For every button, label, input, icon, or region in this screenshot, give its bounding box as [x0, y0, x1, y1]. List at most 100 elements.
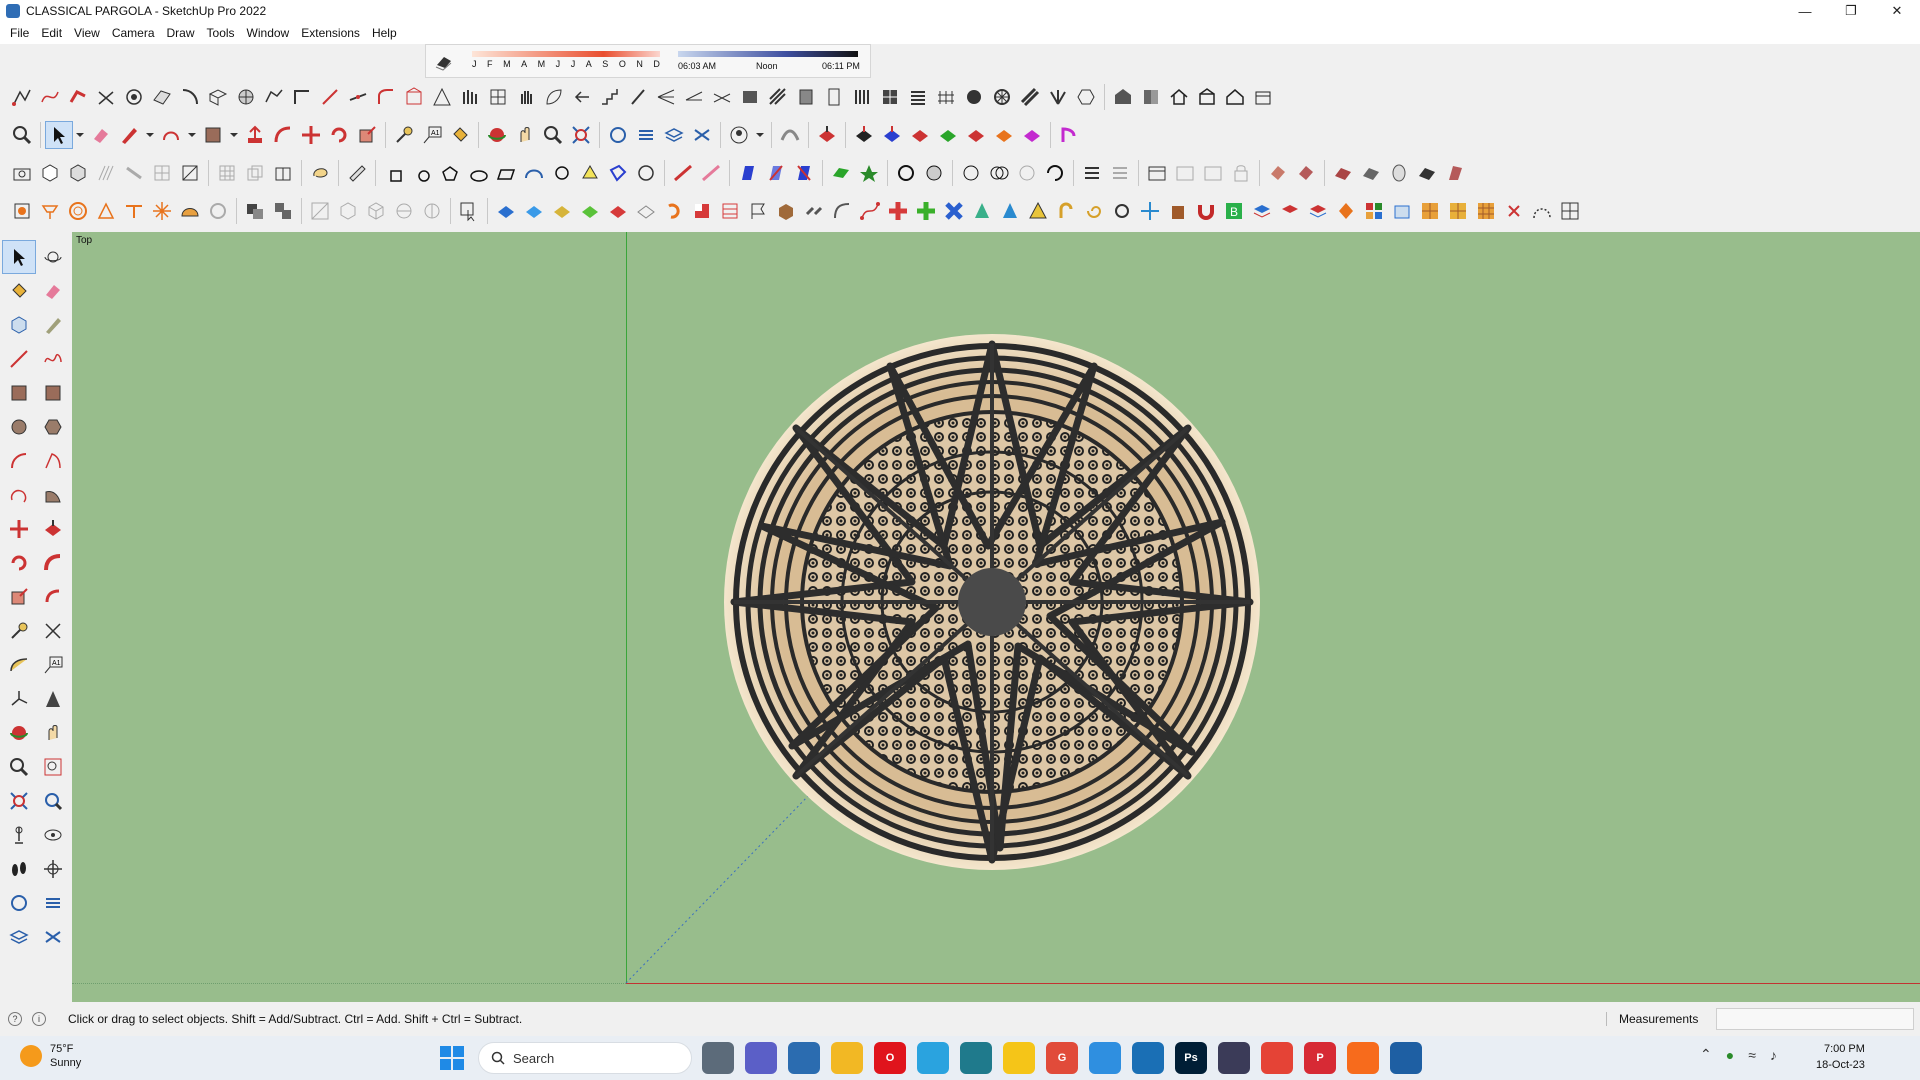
taskbar-search[interactable]: Search [478, 1042, 692, 1074]
section-plane-icon[interactable] [176, 159, 204, 187]
zoom-left-icon[interactable] [2, 750, 36, 784]
info-icon[interactable]: i [32, 1012, 46, 1026]
chevron-down-icon[interactable] [73, 121, 87, 149]
roof-tile-icon[interactable] [736, 83, 764, 111]
menu-file[interactable]: File [4, 26, 35, 40]
louver-icon[interactable] [904, 83, 932, 111]
green-plate-icon[interactable] [576, 197, 604, 225]
cube-gray-2-icon[interactable] [362, 197, 390, 225]
zoom-extents-icon[interactable] [567, 121, 595, 149]
cone-2-icon[interactable] [996, 197, 1024, 225]
flip-edge-icon[interactable] [1441, 159, 1469, 187]
layers-left-icon[interactable] [2, 920, 36, 954]
position-camera-left-icon[interactable] [2, 818, 36, 852]
weather-widget[interactable]: 75°F Sunny [20, 1042, 81, 1070]
gray-plate-icon[interactable] [632, 197, 660, 225]
house-outline-icon[interactable] [1221, 83, 1249, 111]
zoom-tool-icon[interactable] [539, 121, 567, 149]
calculator-taskbar-icon[interactable] [788, 1042, 820, 1074]
circle-loop-icon[interactable] [632, 159, 660, 187]
green-star-icon[interactable] [855, 159, 883, 187]
dimension-red-icon[interactable] [669, 159, 697, 187]
network-app-icon[interactable]: ● [1726, 1047, 1734, 1063]
sketchup-taskbar-icon[interactable] [1390, 1042, 1422, 1074]
share-model-icon[interactable] [632, 121, 660, 149]
terrain-2-icon[interactable] [1357, 159, 1385, 187]
curve-icon[interactable] [776, 121, 804, 149]
make-component-icon[interactable] [2, 308, 36, 342]
sphere-split-icon[interactable] [920, 159, 948, 187]
pipe-icon[interactable] [64, 83, 92, 111]
task-view-taskbar-icon[interactable] [702, 1042, 734, 1074]
protractor-icon[interactable] [92, 197, 120, 225]
rectangle-left-icon[interactable] [2, 376, 36, 410]
menu-view[interactable]: View [68, 26, 106, 40]
red-plate-icon[interactable] [604, 197, 632, 225]
swirl-icon[interactable] [1080, 197, 1108, 225]
soundcloud-taskbar-icon[interactable] [1347, 1042, 1379, 1074]
arrow-left-icon[interactable] [568, 83, 596, 111]
chrome-taskbar-icon[interactable] [1261, 1042, 1293, 1074]
green-plane-icon[interactable] [827, 159, 855, 187]
top-view-icon[interactable] [64, 159, 92, 187]
frame-3d-icon[interactable] [1388, 197, 1416, 225]
push-pull-left-icon[interactable] [36, 512, 70, 546]
zoom-window-left-icon[interactable] [36, 750, 70, 784]
shape-parallelogram-icon[interactable] [492, 159, 520, 187]
menu-camera[interactable]: Camera [106, 26, 161, 40]
box-sheet-icon[interactable] [204, 83, 232, 111]
move-copy-icon[interactable] [1136, 197, 1164, 225]
pyramid-icon[interactable] [1024, 197, 1052, 225]
align-icon[interactable] [1078, 159, 1106, 187]
scale-tool-icon[interactable] [353, 121, 381, 149]
look-around-left-icon[interactable] [36, 818, 70, 852]
maximize-button[interactable]: ❐ [1828, 0, 1874, 22]
rotate-shape-icon[interactable] [548, 159, 576, 187]
explode-icon[interactable] [269, 197, 297, 225]
shaded-icon[interactable] [148, 159, 176, 187]
pan-left-icon[interactable] [36, 716, 70, 750]
freehand-left-icon[interactable] [36, 342, 70, 376]
tape-measure-left-icon[interactable] [2, 614, 36, 648]
share-left-icon[interactable] [36, 886, 70, 920]
red-cross-icon[interactable] [884, 197, 912, 225]
walk-left-icon[interactable] [2, 852, 36, 886]
follow-me-left-icon[interactable] [36, 546, 70, 580]
pencil-left-icon[interactable] [36, 308, 70, 342]
texture-red-icon[interactable] [1292, 159, 1320, 187]
window-gray-2-icon[interactable] [1199, 159, 1227, 187]
sweep-line-icon[interactable] [828, 197, 856, 225]
magenta-tool-icon[interactable] [1055, 121, 1083, 149]
drape-icon[interactable] [1413, 159, 1441, 187]
push-pull-icon[interactable] [241, 121, 269, 149]
circle-left-icon[interactable] [2, 410, 36, 444]
month-slider[interactable] [472, 51, 660, 57]
red-x-small-icon[interactable] [1500, 197, 1528, 225]
blue-loop-icon[interactable] [604, 159, 632, 187]
triangle-icon[interactable] [428, 83, 456, 111]
slash-icon[interactable] [624, 83, 652, 111]
push-blue-icon[interactable] [878, 121, 906, 149]
pinterest-taskbar-icon[interactable]: P [1304, 1042, 1336, 1074]
close-button[interactable]: ✕ [1874, 0, 1920, 22]
bin-icon[interactable] [1164, 197, 1192, 225]
align-gray-icon[interactable] [1106, 159, 1134, 187]
points-curve-icon[interactable] [856, 197, 884, 225]
chevron-down-icon[interactable] [227, 121, 241, 149]
user-account-icon[interactable] [725, 121, 753, 149]
polyline-icon[interactable] [8, 83, 36, 111]
diagonal-grid-icon[interactable] [306, 197, 334, 225]
offset-left-icon[interactable] [36, 580, 70, 614]
zoom-extents-left-icon[interactable] [2, 784, 36, 818]
rotated-rect-left-icon[interactable] [36, 376, 70, 410]
extension-manager-icon[interactable] [688, 121, 716, 149]
text-tool-icon[interactable]: A1 [418, 121, 446, 149]
shadow-toggle-icon[interactable] [434, 53, 454, 71]
line-split-icon[interactable] [344, 83, 372, 111]
copy-layout-icon[interactable] [241, 159, 269, 187]
orange-hook-icon[interactable] [660, 197, 688, 225]
chevron-up-icon[interactable]: ⌃ [1700, 1046, 1712, 1063]
file-explorer-taskbar-icon[interactable] [831, 1042, 863, 1074]
orbit-2-left-icon[interactable] [2, 716, 36, 750]
hatch-icon[interactable] [764, 83, 792, 111]
